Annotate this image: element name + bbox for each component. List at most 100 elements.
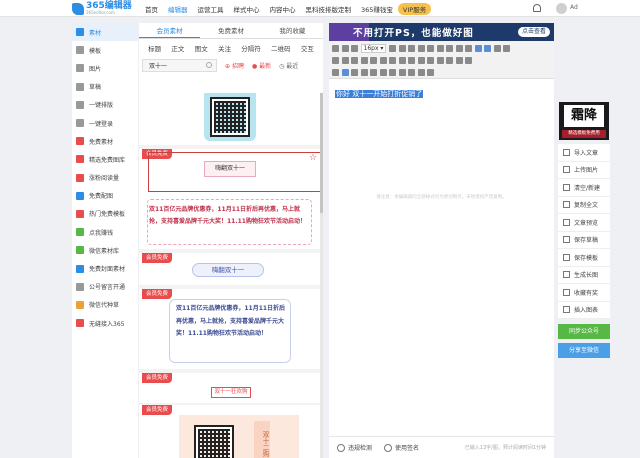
material-scrollbar[interactable] (320, 93, 323, 458)
banner-button[interactable]: 点击查看 (517, 27, 550, 37)
list-ul-icon[interactable] (332, 69, 339, 76)
letter-spacing-icon[interactable] (436, 57, 444, 64)
sidebar-item[interactable]: 一键排版 (72, 96, 138, 114)
bg-color-icon[interactable] (436, 45, 444, 52)
table-icon[interactable] (408, 57, 415, 64)
sidebar-item[interactable]: 模板 (72, 41, 138, 59)
ps-banner[interactable]: 不用打开PS，也能做好图 点击查看 (329, 23, 554, 41)
avatar[interactable] (556, 3, 567, 14)
signature-option[interactable]: 使用签名 (384, 443, 419, 452)
search-input[interactable] (143, 59, 203, 71)
font-color-icon[interactable] (427, 45, 435, 52)
nav-item[interactable]: 内容中心 (265, 4, 301, 14)
nav-item[interactable]: 运营工具 (193, 4, 229, 14)
sidebar-item[interactable]: 微信代种草 (72, 296, 138, 314)
right-panel-item[interactable]: 收藏有奖 (558, 284, 610, 302)
h1-icon[interactable] (360, 69, 368, 76)
attachment-icon[interactable] (427, 69, 434, 76)
nav-item[interactable]: VIP服务 (397, 2, 432, 15)
sidebar-item[interactable]: 热门免费模板 (72, 205, 138, 223)
material-scrollbar-thumb[interactable] (320, 93, 323, 213)
right-panel-item[interactable]: 保存草稿 (558, 231, 610, 249)
filter-latest[interactable]: ● 最新 (252, 61, 271, 70)
right-panel-item[interactable]: 文章预览 (558, 214, 610, 232)
star-icon[interactable]: ☆ (309, 153, 319, 163)
frost-ad[interactable]: 霜降 精选模板免费用 (559, 102, 609, 140)
filter-recent[interactable]: ◷ 最近 (279, 61, 298, 70)
sidebar-item[interactable]: 涨粉阅读量 (72, 169, 138, 187)
search-replace-icon[interactable] (398, 69, 406, 76)
material-card[interactable]: 会员免费 双十二购 (139, 405, 320, 458)
nav-item[interactable]: 编辑器 (163, 4, 193, 14)
code-icon[interactable] (389, 69, 396, 76)
material-category[interactable]: 交互 (301, 43, 314, 53)
list-ol-icon[interactable] (341, 69, 349, 76)
right-panel-item[interactable]: 插入图表 (558, 301, 610, 319)
fullscreen-icon[interactable] (465, 57, 472, 64)
material-category[interactable]: 图文 (195, 43, 208, 53)
material-tab[interactable]: 我的收藏 (262, 23, 323, 38)
material-category[interactable]: 二维码 (271, 43, 291, 53)
sidebar-item[interactable]: 微信素材库 (72, 241, 138, 259)
material-tab[interactable]: 免费素材 (200, 23, 261, 38)
sidebar-item[interactable]: 公号留言开通 (72, 278, 138, 296)
right-panel-item[interactable]: 上传图片 (558, 161, 610, 179)
bold-icon[interactable] (389, 45, 397, 52)
map-icon[interactable] (408, 69, 415, 76)
redo-icon[interactable] (351, 45, 358, 52)
violation-check-option[interactable]: 违规检测 (337, 443, 372, 452)
sync-wechat-button[interactable]: 同步公众号 (558, 324, 610, 339)
italic-icon[interactable] (398, 45, 406, 52)
material-card[interactable]: 会员免费 ☆ 嗨翻双十一 (139, 149, 321, 199)
right-panel-item[interactable]: 复制全文 (558, 196, 610, 214)
sidebar-item[interactable]: 图片 (72, 59, 138, 77)
sidebar-item[interactable]: 素材 (72, 23, 138, 42)
brush-icon[interactable] (455, 45, 463, 52)
material-category[interactable]: 分隔符 (241, 43, 261, 53)
strike-icon[interactable] (417, 45, 425, 52)
right-panel-item[interactable]: 生成长图 (558, 266, 610, 284)
align-right-icon[interactable] (493, 45, 501, 52)
search-icon[interactable] (206, 61, 212, 68)
username[interactable]: Ad (570, 4, 578, 11)
right-panel-item[interactable]: 清空/新建 (558, 179, 610, 197)
align-center-icon[interactable] (484, 45, 492, 52)
nav-item[interactable]: 365赚钱宝 (356, 4, 398, 14)
image-insert-icon[interactable] (379, 57, 387, 64)
bell-icon[interactable] (533, 4, 541, 12)
quote-icon[interactable] (465, 45, 473, 52)
share-wechat-button[interactable]: 分享至微信 (558, 343, 610, 358)
subscript-icon[interactable] (360, 57, 368, 64)
material-card[interactable]: 会员免费 嗨翻双十一 (139, 253, 320, 285)
superscript-icon[interactable] (351, 57, 358, 64)
search-box[interactable] (142, 58, 217, 72)
radio-icon[interactable] (337, 443, 345, 452)
link-icon[interactable] (370, 57, 377, 64)
preview-icon[interactable] (455, 57, 463, 64)
music-icon[interactable] (417, 69, 425, 76)
material-category[interactable]: 关注 (218, 43, 231, 53)
radio-icon[interactable] (384, 443, 393, 452)
sidebar-item[interactable]: 精选免费图库 (72, 150, 138, 168)
h2-icon[interactable] (370, 69, 377, 76)
material-card[interactable] (139, 93, 320, 145)
right-panel-item[interactable]: 导入文章 (558, 144, 610, 162)
sidebar-item[interactable]: 免费封面素材 (72, 259, 138, 277)
material-card[interactable]: 会员免费 双11百亿元品牌优惠券，11月11日折后再优惠，马上就抢，支持喜爱品牌… (139, 289, 320, 369)
sidebar-item[interactable]: 点我赚钱 (72, 223, 138, 241)
indent-icon[interactable] (332, 57, 339, 64)
right-panel-item[interactable]: 保存模板 (558, 249, 610, 267)
video-icon[interactable] (389, 57, 396, 64)
sidebar-item[interactable]: 免费配图 (72, 187, 138, 205)
paragraph-icon[interactable] (351, 69, 358, 76)
sidebar-item[interactable]: 免费素材 (72, 132, 138, 150)
material-category[interactable]: 正文 (171, 43, 184, 53)
material-tab[interactable]: 会员素材 (139, 23, 201, 38)
sidebar-item[interactable]: 无缝接入365 (72, 314, 138, 332)
eraser-icon[interactable] (446, 45, 454, 52)
format-icon[interactable] (427, 57, 434, 64)
emoji-icon[interactable] (398, 57, 406, 64)
sidebar-item[interactable]: 一键登录 (72, 114, 138, 132)
h3-icon[interactable] (379, 69, 387, 76)
material-card[interactable]: 双11百亿元品牌优惠券，11月11日折后再优惠，马上就抢，支持喜爱品牌千元大奖！… (139, 197, 320, 249)
